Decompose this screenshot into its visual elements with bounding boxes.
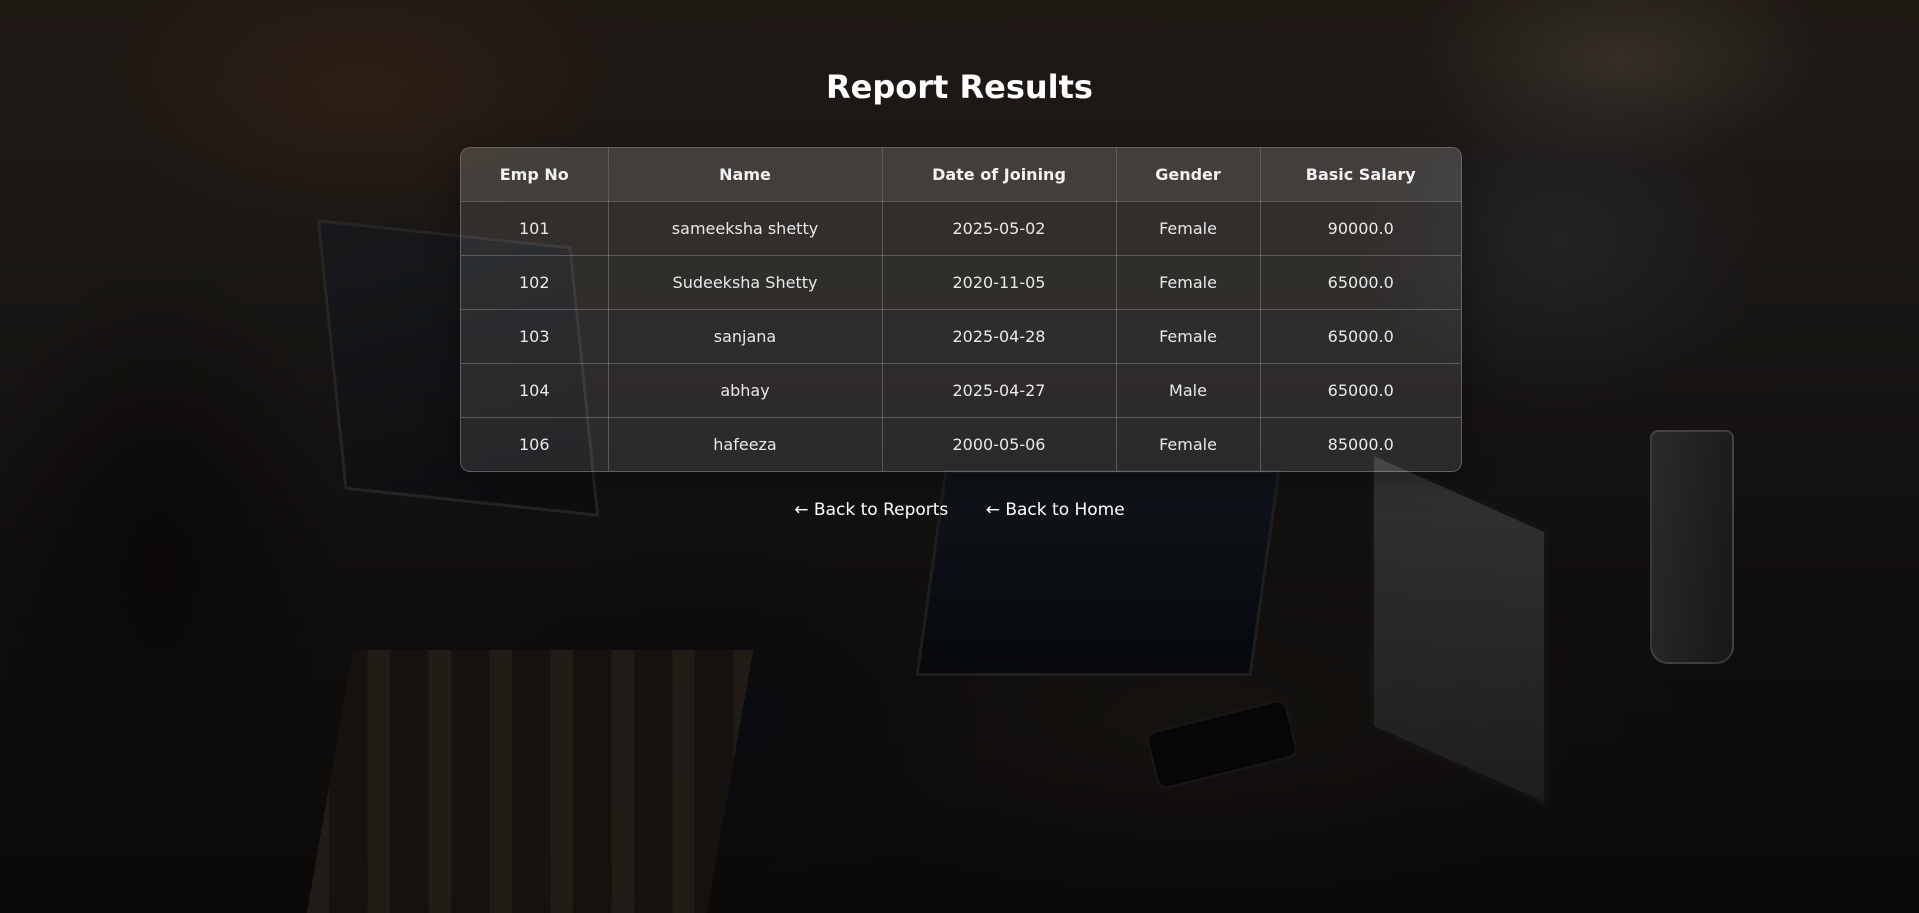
page-title: Report Results <box>826 68 1093 106</box>
cell-date-of-joining: 2020-11-05 <box>882 255 1117 310</box>
cell-name: sanjana <box>608 309 883 364</box>
column-header-name: Name <box>608 148 883 202</box>
back-to-reports-link[interactable]: ← Back to Reports <box>794 500 948 520</box>
report-table-container: Emp No Name Date of Joining Gender Basic… <box>460 147 1462 472</box>
cell-name: sameeksha shetty <box>608 201 883 256</box>
cell-gender: Female <box>1116 417 1261 471</box>
cell-basic-salary: 90000.0 <box>1260 201 1461 256</box>
cell-name: hafeeza <box>608 417 883 471</box>
cell-date-of-joining: 2000-05-06 <box>882 417 1117 471</box>
cell-emp-no: 104 <box>461 363 609 418</box>
cell-basic-salary: 65000.0 <box>1260 255 1461 310</box>
table-row: 102 Sudeeksha Shetty 2020-11-05 Female 6… <box>461 255 1461 310</box>
column-header-basic-salary: Basic Salary <box>1260 148 1461 202</box>
table-row: 101 sameeksha shetty 2025-05-02 Female 9… <box>461 201 1461 256</box>
cell-date-of-joining: 2025-04-27 <box>882 363 1117 418</box>
cell-name: Sudeeksha Shetty <box>608 255 883 310</box>
cell-emp-no: 103 <box>461 309 609 364</box>
cell-gender: Female <box>1116 309 1261 364</box>
cell-gender: Female <box>1116 201 1261 256</box>
table-row: 103 sanjana 2025-04-28 Female 65000.0 <box>461 309 1461 364</box>
column-header-emp-no: Emp No <box>461 148 609 202</box>
table-header-row: Emp No Name Date of Joining Gender Basic… <box>461 148 1461 202</box>
column-header-date-of-joining: Date of Joining <box>882 148 1117 202</box>
cell-name: abhay <box>608 363 883 418</box>
cell-gender: Female <box>1116 255 1261 310</box>
table-row: 106 hafeeza 2000-05-06 Female 85000.0 <box>461 417 1461 471</box>
cell-basic-salary: 65000.0 <box>1260 309 1461 364</box>
cell-basic-salary: 85000.0 <box>1327 435 1394 454</box>
cell-emp-no: 101 <box>461 201 609 256</box>
cell-date-of-joining: 2025-04-28 <box>882 309 1117 364</box>
cell-emp-no: 106 <box>461 417 609 471</box>
main-content: Report Results Emp No Name Date of Joini… <box>0 0 1919 913</box>
navigation-links: ← Back to Reports ← Back to Home <box>0 500 1919 520</box>
column-header-gender: Gender <box>1116 148 1261 202</box>
cell-date-of-joining: 2025-05-02 <box>882 201 1117 256</box>
back-to-home-link[interactable]: ← Back to Home <box>986 500 1125 520</box>
cell-basic-salary: 65000.0 <box>1260 363 1461 418</box>
cell-emp-no: 102 <box>461 255 609 310</box>
table-row: 104 abhay 2025-04-27 Male 65000.0 <box>461 363 1461 418</box>
cell-gender: Male <box>1116 363 1261 418</box>
report-table: Emp No Name Date of Joining Gender Basic… <box>461 148 1461 471</box>
